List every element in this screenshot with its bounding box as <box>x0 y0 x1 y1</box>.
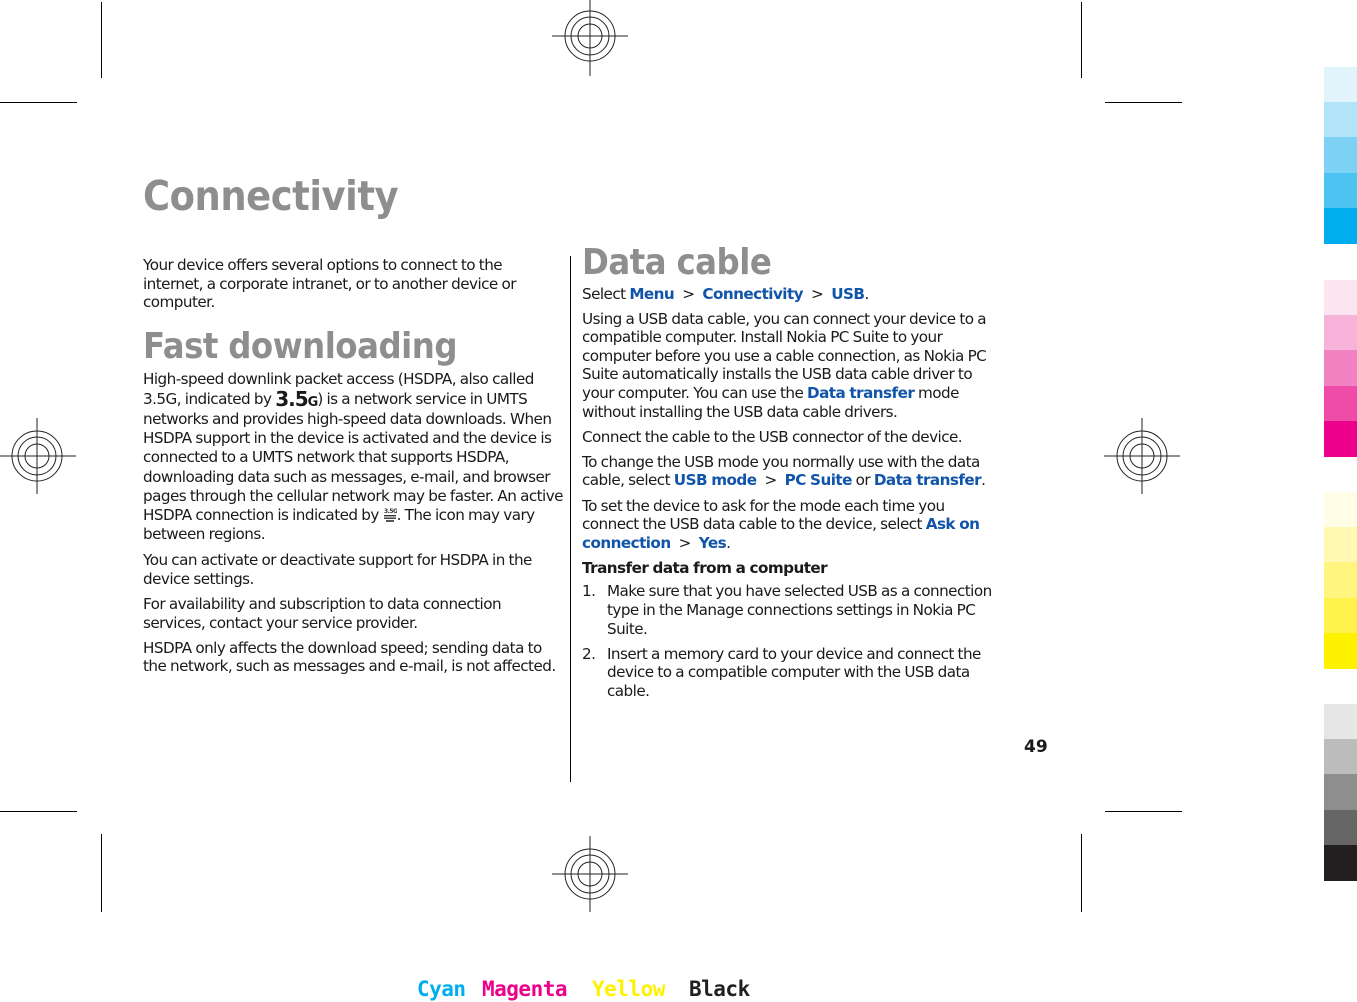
registration-target-top-icon <box>552 0 628 76</box>
connect-cable-paragraph: Connect the cable to the USB connector o… <box>582 427 963 446</box>
availability-paragraph: For availability and subscription to dat… <box>143 594 502 632</box>
color-swatch-cyan-4 <box>1324 172 1357 209</box>
cyan-label: Cyan <box>417 977 466 1001</box>
color-swatch-cyan-1 <box>1324 67 1357 103</box>
data-transfer-link[interactable]: Data transfer <box>807 384 915 402</box>
usb-link[interactable]: USB <box>831 285 865 303</box>
change-usb-mode-paragraph: To change the USB mode you normally use … <box>582 452 986 490</box>
registration-target-right-icon <box>1104 418 1180 494</box>
hsdpa-paragraph: High-speed downlink packet access (HSDPA… <box>143 370 564 544</box>
intro-paragraph: Your device offers several options to co… <box>143 256 516 312</box>
color-swatch-yellow-4 <box>1324 597 1357 634</box>
color-swatch-black-5 <box>1324 844 1357 881</box>
pc-suite-link[interactable]: PC Suite <box>785 471 853 489</box>
yes-link[interactable]: Yes <box>699 534 727 552</box>
color-swatch-black-2 <box>1324 739 1357 776</box>
black-label: Black <box>689 977 750 1001</box>
3.5g-indicator-icon: 3.5G <box>275 386 318 411</box>
crop-mark-top-left-horizontal <box>0 102 77 103</box>
registration-target-left-icon <box>0 418 76 494</box>
crop-mark-top-left-vertical <box>101 2 102 78</box>
connectivity-link[interactable]: Connectivity <box>702 285 803 303</box>
yellow-label: Yellow <box>592 977 665 1001</box>
svg-text:3.5G: 3.5G <box>384 508 397 515</box>
color-swatch-magenta-4 <box>1324 385 1357 422</box>
section-heading-data-cable: Data cable <box>582 242 772 283</box>
color-swatch-magenta-2 <box>1324 315 1357 352</box>
right-column: Data cable Select Menu > Connectivity > USB.… <box>582 242 1002 707</box>
ask-on-connection-paragraph: To set the device to ask for the mode ea… <box>582 496 980 552</box>
usb-mode-link[interactable]: USB mode <box>674 471 757 489</box>
color-swatch-black-1 <box>1324 704 1357 740</box>
color-swatch-yellow-5 <box>1324 632 1357 669</box>
hsdpa-settings-paragraph: You can activate or deactivate support f… <box>143 551 532 588</box>
section-heading-fast-downloading: Fast downloading <box>143 325 458 367</box>
transfer-data-subheading: Transfer data from a computer <box>582 558 828 577</box>
color-swatch-cyan-3 <box>1324 137 1357 174</box>
color-swatch-cyan-5 <box>1324 207 1357 244</box>
color-swatch-black-3 <box>1324 774 1357 811</box>
crop-mark-top-right-horizontal <box>1105 102 1182 103</box>
left-column: Your device offers several options to co… <box>143 256 564 682</box>
page-title: Connectivity <box>143 172 399 220</box>
usb-cable-paragraph: Using a USB data cable, you can connect … <box>582 309 987 421</box>
color-swatch-yellow-2 <box>1324 527 1357 564</box>
hsdpa-active-icon: 3.5G <box>383 508 397 523</box>
color-swatch-yellow-3 <box>1324 562 1357 599</box>
download-speed-paragraph: HSDPA only affects the download speed; s… <box>143 638 556 676</box>
registration-target-bottom-icon <box>552 836 628 912</box>
crop-mark-bottom-left-horizontal <box>0 811 77 812</box>
crop-mark-bottom-right-vertical <box>1081 834 1082 912</box>
data-transfer-mode-link[interactable]: Data transfer <box>874 471 982 489</box>
crop-mark-bottom-right-horizontal <box>1105 811 1182 812</box>
transfer-steps-list: 1. Make sure that you have selected USB a… <box>582 582 1002 700</box>
list-item: 1. Make sure that you have selected USB a… <box>582 582 992 638</box>
color-swatch-magenta-5 <box>1324 420 1357 457</box>
crop-mark-bottom-left-vertical <box>101 834 102 912</box>
crop-mark-top-right-vertical <box>1081 2 1082 78</box>
color-swatch-magenta-1 <box>1324 280 1357 316</box>
page-number: 49 <box>1024 737 1048 757</box>
menu-path: Select Menu > Connectivity > USB. <box>582 284 869 303</box>
color-swatch-cyan-2 <box>1324 102 1357 139</box>
column-divider <box>570 256 571 782</box>
list-item: 2. Insert a memory card to your device an… <box>582 644 981 700</box>
menu-link[interactable]: Menu <box>629 285 674 303</box>
color-swatch-black-4 <box>1324 809 1357 846</box>
magenta-label: Magenta <box>482 977 568 1001</box>
color-swatch-magenta-3 <box>1324 350 1357 387</box>
color-swatch-yellow-1 <box>1324 492 1357 528</box>
